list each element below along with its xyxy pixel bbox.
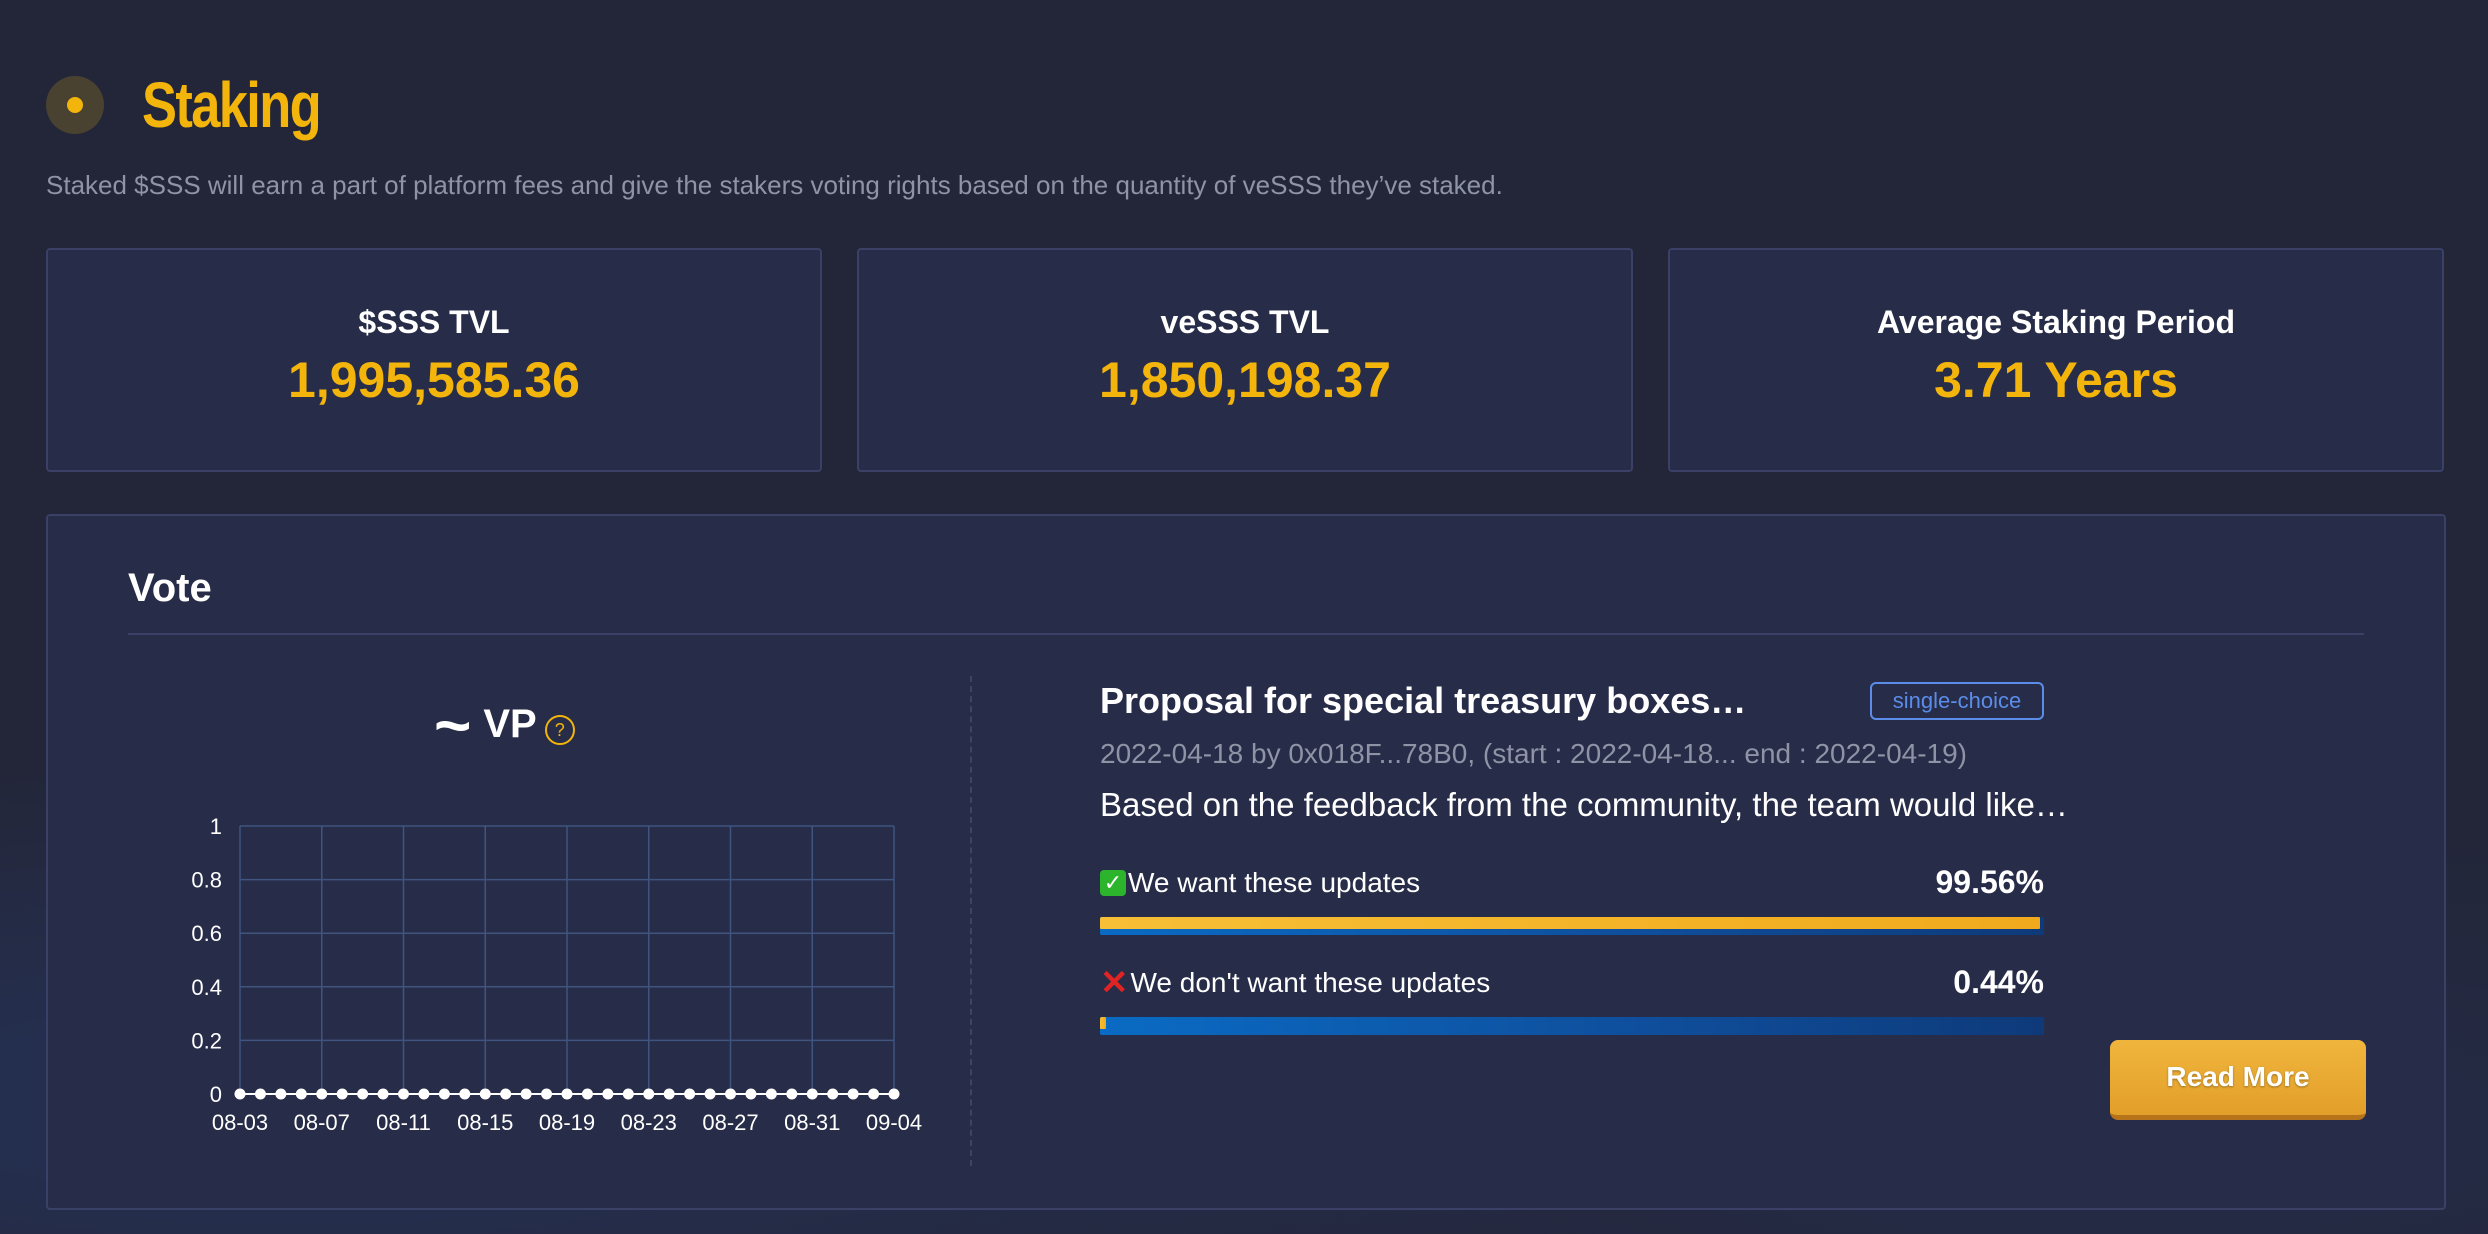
vote-option-yes[interactable]: ✓ We want these updates 99.56% bbox=[1100, 864, 2044, 935]
chart-point bbox=[500, 1088, 512, 1100]
page-header: Staking bbox=[46, 68, 359, 142]
option-label: We want these updates bbox=[1128, 866, 1421, 898]
stat-value: 3.71 Years bbox=[1934, 352, 2178, 408]
page-subtitle: Staked $SSS will earn a part of platform… bbox=[46, 170, 1503, 200]
chart-ytick-label: 0.6 bbox=[191, 921, 222, 946]
page-title: Staking bbox=[142, 69, 322, 141]
chart-ytick-label: 0 bbox=[210, 1082, 222, 1107]
chart-point bbox=[275, 1088, 287, 1100]
chart-xtick-label: 08-23 bbox=[621, 1110, 677, 1135]
chart-point bbox=[479, 1088, 491, 1100]
read-more-button[interactable]: Read More bbox=[2110, 1040, 2366, 1120]
check-icon: ✓ bbox=[1100, 869, 1126, 896]
vp-label: VP bbox=[483, 702, 537, 746]
chart-xtick-label: 08-03 bbox=[212, 1110, 268, 1135]
chart-point bbox=[581, 1088, 593, 1100]
stat-label: Average Staking Period bbox=[1876, 304, 2236, 340]
chart-point bbox=[438, 1088, 450, 1100]
option-progress-fill bbox=[1100, 1017, 1106, 1029]
chart-point bbox=[418, 1088, 430, 1100]
chart-xtick-label: 09-04 bbox=[866, 1110, 922, 1135]
stat-label: veSSS TVL bbox=[1160, 304, 1330, 340]
chart-point bbox=[357, 1088, 369, 1100]
chart-point bbox=[684, 1088, 696, 1100]
chart-point bbox=[868, 1088, 880, 1100]
option-percent: 99.56% bbox=[1935, 864, 2044, 900]
chart-ytick-label: 0.8 bbox=[191, 868, 222, 893]
chart-ytick-label: 1 bbox=[210, 814, 222, 839]
chart-point bbox=[459, 1088, 471, 1100]
chart-point bbox=[541, 1088, 553, 1100]
chart-xtick-label: 08-15 bbox=[457, 1110, 513, 1135]
chart-xtick-label: 08-11 bbox=[376, 1110, 431, 1135]
stat-card-sss-tvl: $SSS TVL 1,995,585.36 bbox=[46, 248, 822, 472]
chart-point bbox=[602, 1088, 614, 1100]
chart-point bbox=[704, 1088, 716, 1100]
chart-point bbox=[663, 1088, 675, 1100]
chart-point bbox=[725, 1088, 736, 1100]
vote-option-no[interactable]: ✕ We don't want these updates 0.44% bbox=[1100, 964, 2044, 1035]
chart-point bbox=[745, 1088, 757, 1100]
option-percent: 0.44% bbox=[1953, 964, 2044, 1000]
chart-point bbox=[827, 1088, 839, 1100]
chart-ytick-label: 0.4 bbox=[191, 975, 222, 1000]
vote-divider bbox=[128, 633, 2364, 635]
help-icon[interactable]: ? bbox=[544, 714, 575, 745]
stat-card-vesss-tvl: veSSS TVL 1,850,198.37 bbox=[857, 248, 1633, 472]
chart-xtick-label: 08-19 bbox=[539, 1110, 595, 1135]
chart-point bbox=[806, 1088, 818, 1100]
option-progress-bar bbox=[1100, 917, 2044, 935]
option-progress-bar bbox=[1100, 1017, 2044, 1035]
chart-xtick-label: 08-27 bbox=[702, 1110, 758, 1135]
stat-value: 1,850,198.37 bbox=[1099, 352, 1391, 408]
stat-value: 1,995,585.36 bbox=[288, 352, 580, 408]
chart-point bbox=[765, 1088, 777, 1100]
chart-point bbox=[398, 1088, 409, 1100]
option-progress-fill bbox=[1100, 917, 2040, 929]
proposal-type-badge: single-choice bbox=[1870, 682, 2044, 720]
chart-xtick-label: 08-31 bbox=[784, 1110, 840, 1135]
option-label: We don't want these updates bbox=[1130, 966, 1491, 998]
chart-point bbox=[520, 1088, 532, 1100]
proposal-title[interactable]: Proposal for special treasury boxes… bbox=[1100, 680, 1746, 722]
chart-point bbox=[295, 1088, 307, 1100]
chart-point bbox=[643, 1088, 655, 1100]
vote-title: Vote bbox=[128, 566, 212, 610]
stat-card-average-staking-period: Average Staking Period 3.71 Years bbox=[1668, 248, 2444, 472]
proposal-description: Based on the feedback from the community… bbox=[1100, 786, 2068, 823]
chart-point bbox=[786, 1088, 798, 1100]
chart-point bbox=[234, 1088, 246, 1100]
proposal-meta: 2022-04-18 by 0x018F...78B0, (start : 20… bbox=[1100, 738, 1968, 769]
vote-panel: Vote ~ VP ? 0 0.2 0.4 0.6 0.8 1 08-03 08-07 08-1… bbox=[46, 514, 2446, 1210]
vertical-separator bbox=[970, 676, 972, 1166]
vp-chart: 0 0.2 0.4 0.6 0.8 1 08-03 08-07 08-11 08-15 08-19 0… bbox=[191, 814, 922, 1135]
chart-point bbox=[254, 1088, 266, 1100]
stat-label: $SSS TVL bbox=[358, 304, 510, 340]
chart-ytick-label: 0.2 bbox=[191, 1028, 222, 1053]
vp-chart-heading: ~ VP ? bbox=[434, 688, 575, 761]
chart-point bbox=[847, 1088, 859, 1100]
chart-point bbox=[622, 1088, 634, 1100]
chart-point bbox=[316, 1088, 328, 1100]
vp-tilde-symbol: ~ bbox=[434, 688, 472, 761]
staking-logo-icon bbox=[46, 76, 104, 134]
chart-point bbox=[888, 1088, 900, 1100]
cross-icon: ✕ bbox=[1100, 963, 1129, 1002]
chart-xtick-label: 08-07 bbox=[294, 1110, 350, 1135]
chart-point bbox=[336, 1088, 348, 1100]
chart-point bbox=[377, 1088, 389, 1100]
chart-point bbox=[561, 1088, 573, 1100]
